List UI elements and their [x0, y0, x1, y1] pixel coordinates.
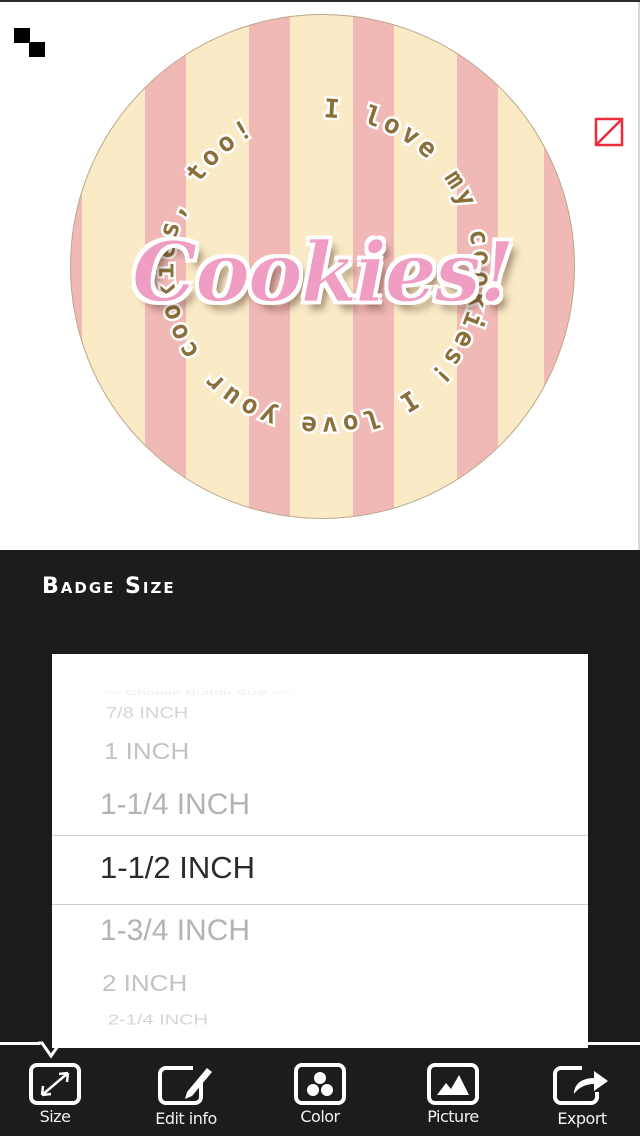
picker-option[interactable]: ---- Choose Button Size ---- — [100, 689, 293, 697]
no-image-icon[interactable] — [594, 117, 624, 147]
picker-option[interactable]: 7/8 INCH — [106, 704, 188, 722]
heart-icon — [74, 21, 134, 73]
export-share-icon — [553, 1066, 608, 1105]
picker-option[interactable]: 2 INCH — [102, 970, 187, 998]
tab-picture[interactable]: Picture — [398, 1056, 508, 1136]
selection-bottom-line — [52, 904, 588, 905]
tab-color[interactable]: Color — [265, 1056, 375, 1136]
picker-option[interactable]: 1-3/4 INCH — [100, 914, 250, 948]
panel-title: Badge Size — [42, 574, 176, 599]
picker-option[interactable]: 1-1/4 INCH — [100, 788, 250, 822]
toolbar-indicator-line-left — [0, 1042, 40, 1045]
resize-arrows-icon — [29, 1063, 81, 1105]
badge-size-picker[interactable]: ---- Choose Button Size ---- 7/8 INCH 1 … — [52, 654, 588, 1048]
tab-color-label: Color — [300, 1107, 340, 1126]
picker-option[interactable]: 2-1/4 INCH — [108, 1012, 208, 1029]
tab-export[interactable]: Export — [527, 1056, 637, 1136]
picker-option-selected[interactable]: 1-1/2 INCH — [100, 850, 255, 886]
color-dots-icon — [294, 1063, 346, 1105]
bottom-toolbar: Size Edit info Color Picture Export — [0, 1048, 640, 1136]
tab-edit-info[interactable]: Edit info — [131, 1056, 241, 1136]
selection-top-line — [52, 835, 588, 836]
tab-export-label: Export — [557, 1109, 607, 1128]
tab-size[interactable]: Size — [0, 1056, 110, 1136]
edit-pencil-icon — [158, 1066, 212, 1105]
badge-canvas[interactable]: I love my cookies! I love your cookies, … — [0, 2, 640, 550]
tab-picture-label: Picture — [427, 1107, 479, 1126]
picker-option[interactable]: 1 INCH — [104, 738, 189, 766]
tab-size-label: Size — [39, 1107, 71, 1126]
picture-mountain-icon — [427, 1063, 479, 1105]
badge-title: Cookies! — [131, 224, 515, 322]
toolbar-indicator-line-right — [588, 1042, 640, 1045]
resize-handle-icon[interactable] — [14, 28, 46, 60]
tab-edit-info-label: Edit info — [155, 1109, 217, 1128]
badge-preview[interactable]: I love my cookies! I love your cookies, … — [70, 14, 575, 519]
